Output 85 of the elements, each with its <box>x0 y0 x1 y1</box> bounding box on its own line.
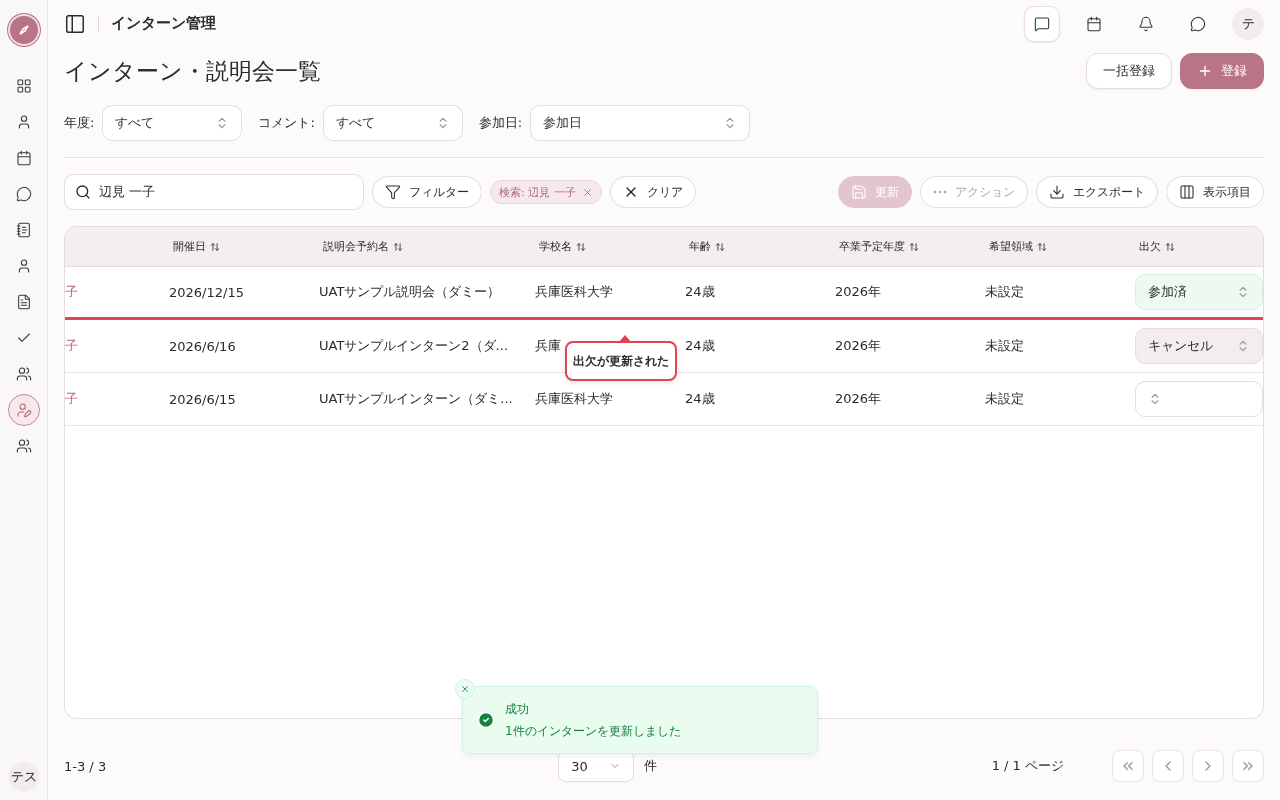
clear-button[interactable]: クリア <box>609 176 696 209</box>
user-avatar[interactable]: テ <box>1232 7 1264 40</box>
column-header[interactable]: 出欠 <box>1135 239 1263 255</box>
filter-label: コメント: <box>258 114 315 133</box>
sort-icon <box>576 241 586 252</box>
header-title: インターン管理 <box>111 14 217 34</box>
header-icon-button[interactable] <box>1024 5 1060 42</box>
filter-icon <box>385 184 401 201</box>
chat-bubble-icon <box>15 186 32 202</box>
download-icon <box>1049 184 1065 201</box>
search-icon <box>75 184 91 201</box>
table-cell: UATサンプルインターン2（ダ... <box>319 337 508 356</box>
table-cell: 未設定 <box>985 337 1024 356</box>
users-icon <box>15 366 32 382</box>
register-button[interactable]: 登録 <box>1180 53 1264 90</box>
message-icon <box>1034 15 1050 32</box>
tooltip: 出欠が更新された <box>565 341 677 381</box>
page-size-unit: 件 <box>644 757 658 776</box>
sort-icon <box>715 241 725 252</box>
table-cell: 24歳 <box>685 337 715 356</box>
table-cell: 24歳 <box>685 390 715 409</box>
table-cell: 2026年 <box>835 283 882 302</box>
column-header[interactable]: 開催日 <box>169 239 319 255</box>
sidebar-toggle-icon[interactable] <box>64 12 86 35</box>
calendar-icon <box>15 150 32 166</box>
column-header[interactable]: 卒業予定年度 <box>835 239 985 255</box>
attendance-select[interactable]: 参加済 <box>1135 274 1263 311</box>
dashboard-icon <box>15 78 32 94</box>
logo-icon[interactable] <box>7 14 40 46</box>
sort-icon <box>1037 241 1047 252</box>
table-cell: 兵庫 <box>535 337 561 356</box>
table-cell: UATサンプル説明会（ダミー） <box>319 283 501 302</box>
table-cell: 2026/12/15 <box>169 284 244 300</box>
table-cell: 子 <box>65 283 78 302</box>
filter-select[interactable]: すべて <box>322 105 463 142</box>
table-cell: 子 <box>65 337 78 356</box>
toast-message: 1件のインターンを更新しました <box>505 723 681 740</box>
close-icon[interactable] <box>581 186 593 198</box>
page-indicator: 1 / 1 ページ <box>991 757 1064 776</box>
bell-icon <box>1138 15 1154 32</box>
table-cell: 2026年 <box>835 390 882 409</box>
column-header[interactable]: 学校名 <box>535 239 685 255</box>
check-circle-icon <box>477 711 495 729</box>
save-icon <box>851 184 867 201</box>
user-avatar[interactable]: テス <box>8 762 39 792</box>
chat-bubble-icon <box>1190 15 1206 32</box>
sort-icon <box>393 241 403 252</box>
filter-label: 年度: <box>64 114 95 133</box>
toast-title: 成功 <box>505 701 530 718</box>
columns-icon <box>1179 184 1195 201</box>
attendance-select[interactable]: キャンセル <box>1135 328 1263 365</box>
row-count: 1-3 / 3 <box>64 758 107 774</box>
filter-select[interactable]: すべて <box>102 105 243 142</box>
user-pen-icon <box>15 402 32 418</box>
page-title: インターン・説明会一覧 <box>64 56 321 86</box>
toolbar-button[interactable]: エクスポート <box>1036 176 1158 209</box>
users-icon <box>15 438 32 454</box>
document-icon <box>15 294 32 310</box>
table-cell: 未設定 <box>985 390 1024 409</box>
table-cell: 兵庫医科大学 <box>535 390 613 409</box>
calendar-icon <box>1086 15 1102 32</box>
ellipsis-icon <box>933 190 947 195</box>
sort-icon <box>210 241 220 252</box>
bulk-register-button[interactable]: 一括登録 <box>1086 53 1172 90</box>
table-cell: 2026年 <box>835 337 882 356</box>
table-cell: 兵庫医科大学 <box>535 283 613 302</box>
search-chip[interactable]: 検索: 辺見 一子 <box>490 180 602 205</box>
column-header[interactable]: 年齢 <box>685 239 835 255</box>
search-field[interactable]: 辺見 一子 <box>64 174 364 211</box>
toolbar-button[interactable]: 表示項目 <box>1166 176 1264 209</box>
filter-label: 参加日: <box>478 114 523 133</box>
table-cell: 未設定 <box>985 283 1024 302</box>
table-cell: 24歳 <box>685 283 715 302</box>
notebook-icon <box>15 222 32 238</box>
table-cell: 2026/6/15 <box>169 391 236 407</box>
table-cell: 2026/6/16 <box>169 338 236 354</box>
column-header[interactable]: 説明会予約名 <box>319 239 535 255</box>
close-icon <box>460 684 470 694</box>
sort-icon <box>1165 241 1175 252</box>
table-cell: UATサンプルインターン（ダミ... <box>319 390 513 409</box>
filter-select[interactable]: 参加日 <box>530 105 751 142</box>
column-header[interactable]: 希望領域 <box>985 239 1135 255</box>
filter-button[interactable]: フィルター <box>372 176 482 209</box>
sort-icon <box>909 241 919 252</box>
table-cell: 子 <box>65 390 78 409</box>
